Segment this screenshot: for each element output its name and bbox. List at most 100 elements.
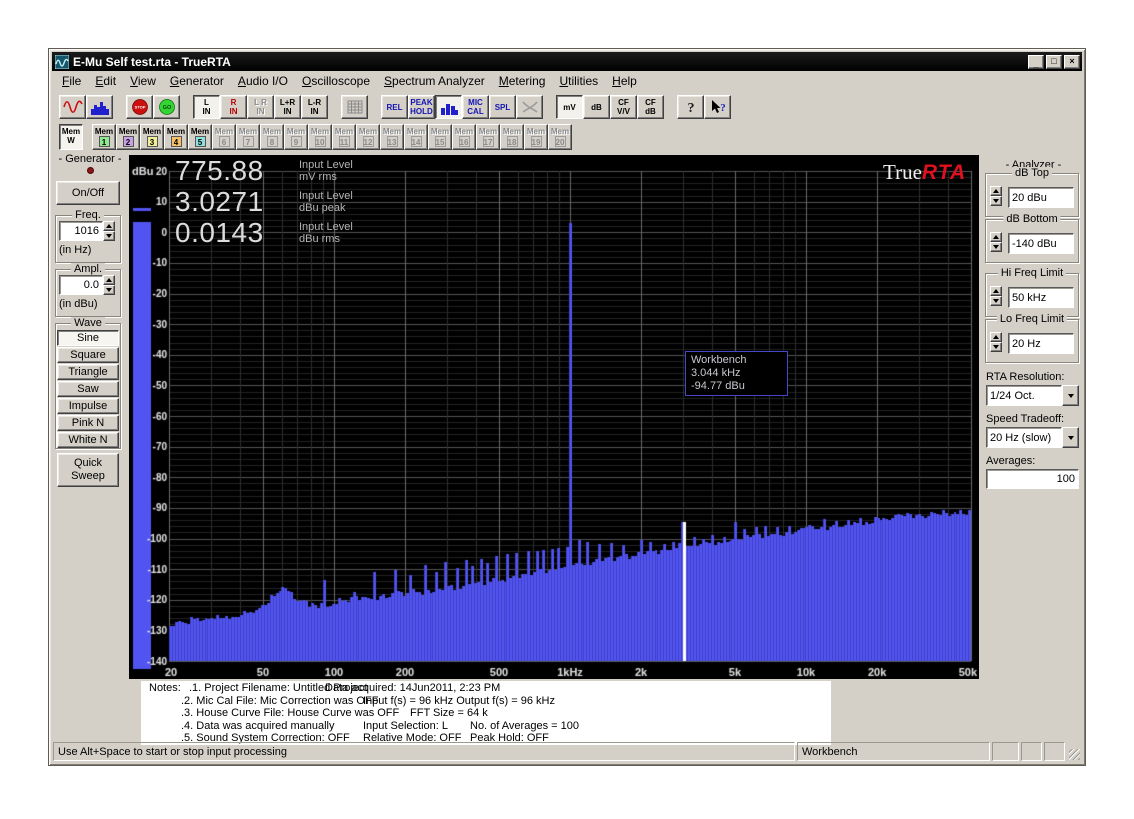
menu-generator[interactable]: Generator (163, 72, 231, 90)
spin-up-button[interactable] (990, 286, 1002, 296)
dropdown-button[interactable] (1062, 385, 1079, 406)
bar-mode-button[interactable] (435, 95, 462, 119)
ampl-spin-down[interactable] (103, 285, 115, 295)
wave-white-n-button[interactable]: White N (57, 432, 119, 448)
button-label: IN (230, 107, 238, 116)
spin-up-button[interactable] (990, 332, 1002, 342)
menu-metering[interactable]: Metering (492, 72, 553, 90)
notes-area[interactable]: Notes: .1. Project Filename: Untitled Pr… (141, 681, 831, 745)
button-label: L-R (308, 98, 321, 107)
ampl-input[interactable]: 0.0 (59, 275, 103, 295)
units-mv-button[interactable]: mV (556, 95, 583, 119)
relative-mode-button[interactable]: REL (381, 95, 408, 119)
menu-utilities[interactable]: Utilities (552, 72, 605, 90)
mem-w-button[interactable]: MemW (59, 124, 83, 150)
button-label: Mem (239, 127, 257, 136)
spin-down-button[interactable] (990, 242, 1002, 252)
input-l-plus-r-button[interactable]: L+RIN (274, 95, 301, 119)
note-row-2: .2. Mic Cal File: Mic Correction was OFF… (181, 695, 829, 708)
freq-spin-down[interactable] (103, 231, 115, 241)
mem-18-button: Mem18 (500, 124, 524, 150)
mem-4-button[interactable]: Mem4 (164, 124, 188, 150)
spin-up-button[interactable] (990, 186, 1002, 196)
spin-down-button[interactable] (990, 196, 1002, 206)
input-right-button[interactable]: RIN (220, 95, 247, 119)
freq-input[interactable]: 1016 (59, 221, 103, 241)
button-label: Mem (311, 127, 329, 136)
generator-onoff-button[interactable]: On/Off (56, 181, 120, 205)
up-arrow-icon (993, 235, 999, 239)
hi-freq-limit-input[interactable]: 50 kHz (1008, 287, 1074, 308)
mem-3-button[interactable]: Mem3 (140, 124, 164, 150)
spin-up-button[interactable] (990, 232, 1002, 242)
status-cell-3 (1044, 742, 1065, 761)
maximize-button[interactable]: □ (1046, 55, 1062, 69)
help-button[interactable]: ? (677, 95, 704, 119)
button-label: 19 (531, 136, 542, 147)
button-label: L+R (280, 98, 295, 107)
wave-saw-button[interactable]: Saw (57, 381, 119, 397)
spl-button[interactable]: SPL (489, 95, 516, 119)
menu-file[interactable]: File (55, 72, 88, 90)
menu-view[interactable]: View (123, 72, 163, 90)
stop-icon: STOP (130, 99, 150, 115)
freq-spin-up[interactable] (103, 221, 115, 231)
db-bottom-input[interactable]: -140 dBu (1008, 233, 1074, 254)
button-label: 2 (123, 136, 134, 147)
button-label: CF (618, 98, 629, 107)
menu-edit[interactable]: Edit (88, 72, 123, 90)
button-label: IN (203, 107, 211, 116)
spectrum-display-button[interactable] (86, 95, 113, 119)
mem-5-button[interactable]: Mem5 (188, 124, 212, 150)
rta-resolution-select[interactable]: 1/24 Oct. (986, 385, 1079, 406)
wave-square-button[interactable]: Square (57, 347, 119, 363)
wave-pink-n-button[interactable]: Pink N (57, 415, 119, 431)
averages-input[interactable]: 100 (986, 469, 1079, 489)
app-window: E-Mu Self test.rta - TrueRTA _ □ × FileE… (48, 48, 1086, 766)
go-button[interactable]: GO (153, 95, 180, 119)
note-row-1: .1. Project Filename: Untitled ProjectDa… (181, 682, 829, 695)
lo-freq-limit-input[interactable]: 20 Hz (1008, 333, 1074, 354)
units-db-button[interactable]: dB (583, 95, 610, 119)
spin-down-button[interactable] (990, 342, 1002, 352)
up-arrow-icon (993, 189, 999, 193)
speed-tradeoff-select[interactable]: 20 Hz (slow) (986, 427, 1079, 448)
wave-sine-button[interactable]: Sine (57, 330, 119, 346)
sine-generator-icon (63, 99, 83, 115)
menu-oscilloscope[interactable]: Oscilloscope (295, 72, 377, 90)
menu-help[interactable]: Help (605, 72, 644, 90)
level-readouts: 775.88 Input LevelmV rms 3.0271 Input Le… (175, 155, 353, 248)
note-text: .3. House Curve File: House Curve was OF… (181, 707, 399, 719)
context-help-button[interactable]: ? (704, 95, 731, 119)
input-left-button[interactable]: LIN (193, 95, 220, 119)
cursor-tooltip-level: -94.77 dBu (691, 380, 782, 393)
mem-19-button: Mem19 (524, 124, 548, 150)
crest-factor-db-button[interactable]: CFdB (637, 95, 664, 119)
spin-down-button[interactable] (990, 296, 1002, 306)
quick-sweep-button[interactable]: Quick Sweep (57, 453, 119, 487)
input-l-minus-r-button[interactable]: L-RIN (301, 95, 328, 119)
resize-grip[interactable] (1067, 742, 1081, 761)
mem-2-button[interactable]: Mem2 (116, 124, 140, 150)
wave-impulse-button[interactable]: Impulse (57, 398, 119, 414)
mem-1-button[interactable]: Mem1 (92, 124, 116, 150)
minimize-button[interactable]: _ (1028, 55, 1044, 69)
stop-button[interactable]: STOP (126, 95, 153, 119)
sine-generator-button[interactable] (59, 95, 86, 119)
menu-audio-i-o[interactable]: Audio I/O (231, 72, 295, 90)
menu-spectrum-analyzer[interactable]: Spectrum Analyzer (377, 72, 492, 90)
wave-triangle-button[interactable]: Triangle (57, 364, 119, 380)
note-text: .4. Data was acquired manually (181, 720, 334, 732)
ampl-spin-up[interactable] (103, 275, 115, 285)
spectrum-display-icon (90, 99, 110, 115)
button-label: 3 (147, 136, 158, 147)
crest-factor-vv-button[interactable]: CFV/V (610, 95, 637, 119)
ampl-unit: (in dBu) (59, 298, 98, 310)
mic-cal-button[interactable]: MICCAL (462, 95, 489, 119)
peak-hold-button[interactable]: PEAKHOLD (408, 95, 435, 119)
dropdown-button[interactable] (1062, 427, 1079, 448)
button-label: Mem (359, 127, 377, 136)
close-button[interactable]: × (1064, 55, 1080, 69)
db-top-input[interactable]: 20 dBu (1008, 187, 1074, 208)
mem-11-button: Mem11 (332, 124, 356, 150)
